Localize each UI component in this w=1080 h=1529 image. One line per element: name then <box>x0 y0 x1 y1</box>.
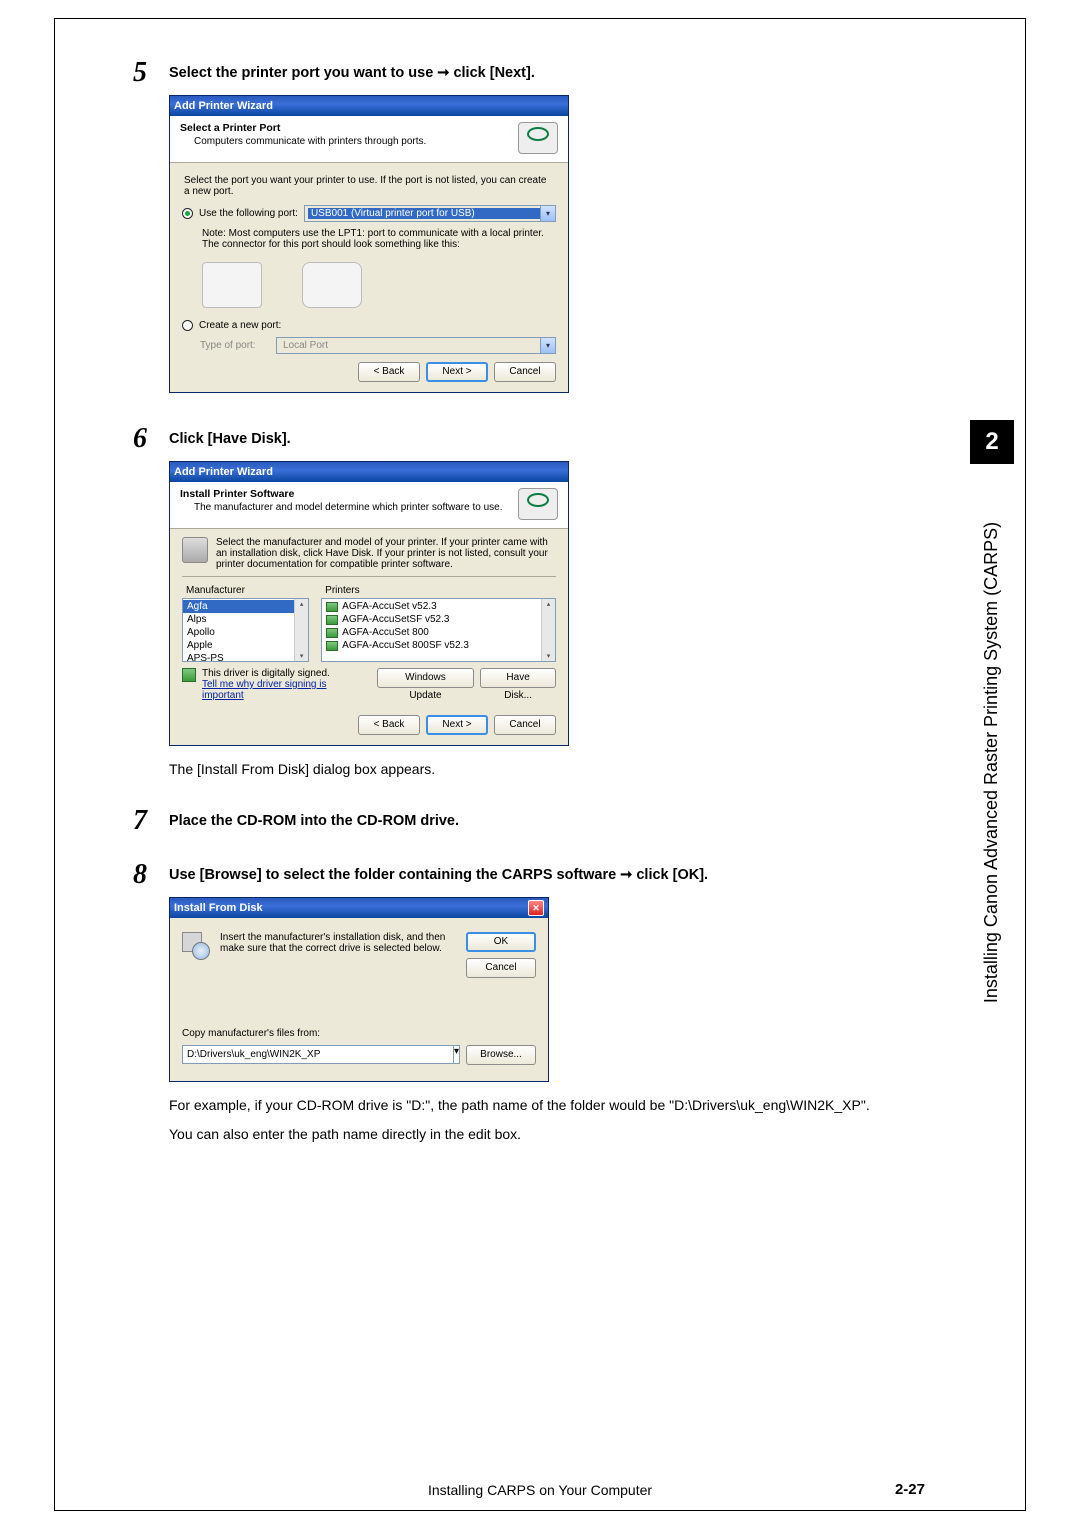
step-6-title: Click [Have Disk]. <box>169 431 975 447</box>
port-note-line1: Note: Most computers use the LPT1: port … <box>202 228 556 239</box>
chapter-title: Installing Canon Advanced Raster Printin… <box>982 521 1003 1002</box>
step-number: 7 <box>125 807 147 843</box>
printer-icon <box>518 122 558 154</box>
type-of-port-select: Local Port ▾ <box>276 337 556 354</box>
use-following-port-radio[interactable] <box>182 208 193 219</box>
path-input-value: D:\Drivers\uk_eng\WIN2K_XP <box>187 1049 320 1060</box>
cd-icon <box>182 932 210 960</box>
dialog-caption: Add Printer Wizard <box>174 466 273 478</box>
cancel-button[interactable]: Cancel <box>494 715 556 735</box>
step-number: 5 <box>125 59 147 407</box>
dialog-subheading: Computers communicate with printers thro… <box>194 136 426 147</box>
cancel-button[interactable]: Cancel <box>494 362 556 382</box>
driver-signing-link[interactable]: Tell me why driver signing is important <box>202 679 371 701</box>
driver-signed-text: This driver is digitally signed. <box>202 668 371 679</box>
driver-icon <box>326 602 338 612</box>
printers-listbox[interactable]: AGFA-AccuSet v52.3 AGFA-AccuSetSF v52.3 … <box>321 598 556 662</box>
chevron-down-icon[interactable]: ▾ <box>453 1046 459 1063</box>
list-item[interactable]: AGFA-AccuSetSF v52.3 <box>322 613 541 626</box>
driver-icon <box>326 628 338 638</box>
next-button[interactable]: Next > <box>426 362 488 382</box>
signed-icon <box>182 668 196 682</box>
driver-icon <box>326 615 338 625</box>
page-footer: Installing CARPS on Your Computer 2-27 <box>55 1482 1025 1498</box>
chapter-number: 2 <box>970 420 1014 464</box>
install-from-disk-dialog: Install From Disk ✕ Insert the manufactu… <box>169 897 549 1082</box>
create-new-port-label: Create a new port: <box>199 320 281 331</box>
step-number: 6 <box>125 425 147 789</box>
dialog-heading: Select a Printer Port <box>180 122 426 134</box>
windows-update-button[interactable]: Windows Update <box>377 668 474 688</box>
page-number: 2-27 <box>895 1481 925 1498</box>
list-item[interactable]: Agfa <box>183 600 294 613</box>
list-item[interactable]: APS-PS <box>183 652 294 662</box>
step-8-hint-text: You can also enter the path name directl… <box>169 1125 975 1144</box>
list-item[interactable]: Alps <box>183 613 294 626</box>
chevron-down-icon: ▾ <box>540 338 555 353</box>
manufacturer-column-header: Manufacturer <box>182 583 309 598</box>
port-note-line2: The connector for this port should look … <box>202 239 556 250</box>
footer-section-title: Installing CARPS on Your Computer <box>428 1482 652 1498</box>
path-input[interactable]: D:\Drivers\uk_eng\WIN2K_XP ▾ <box>182 1045 460 1064</box>
port-select-value: USB001 (Virtual printer port for USB) <box>308 208 540 219</box>
list-item[interactable]: AGFA-AccuSet 800 <box>322 626 541 639</box>
dialog-titlebar: Add Printer Wizard <box>170 96 568 116</box>
manufacturer-listbox[interactable]: Agfa Alps Apollo Apple APS-PS ▴▾ <box>182 598 309 662</box>
close-icon[interactable]: ✕ <box>528 900 544 916</box>
create-new-port-radio[interactable] <box>182 320 193 331</box>
back-button[interactable]: < Back <box>358 362 420 382</box>
type-of-port-value: Local Port <box>280 340 540 351</box>
scrollbar[interactable]: ▴▾ <box>294 599 308 661</box>
list-item[interactable]: Apple <box>183 639 294 652</box>
dialog-intro-text: Select the port you want your printer to… <box>184 175 554 197</box>
driver-icon <box>326 641 338 651</box>
browse-button[interactable]: Browse... <box>466 1045 536 1065</box>
install-from-disk-message: Insert the manufacturer's installation d… <box>220 932 456 954</box>
list-item[interactable]: Apollo <box>183 626 294 639</box>
dialog-heading: Install Printer Software <box>180 488 503 500</box>
dialog-titlebar: Install From Disk ✕ <box>170 898 548 918</box>
have-disk-button[interactable]: Have Disk... <box>480 668 556 688</box>
dialog-titlebar: Add Printer Wizard <box>170 462 568 482</box>
chevron-down-icon[interactable]: ▾ <box>540 206 555 221</box>
list-item[interactable]: AGFA-AccuSet v52.3 <box>322 600 541 613</box>
scrollbar[interactable]: ▴▾ <box>541 599 555 661</box>
dialog-caption: Install From Disk <box>174 902 263 914</box>
use-following-port-label: Use the following port: <box>199 208 298 219</box>
printers-column-header: Printers <box>321 583 556 598</box>
ok-button[interactable]: OK <box>466 932 536 952</box>
printer-icon <box>518 488 558 520</box>
chapter-tab: 2 Installing Canon Advanced Raster Print… <box>970 420 1014 1060</box>
dialog-caption: Add Printer Wizard <box>174 100 273 112</box>
copy-from-label: Copy manufacturer's files from: <box>182 1028 536 1039</box>
step-8-example-text: For example, if your CD-ROM drive is "D:… <box>169 1096 975 1115</box>
port-select[interactable]: USB001 (Virtual printer port for USB) ▾ <box>304 205 556 222</box>
connector-illustration <box>202 262 556 308</box>
add-printer-wizard-software-dialog: Add Printer Wizard Install Printer Softw… <box>169 461 569 746</box>
step-5-title: Select the printer port you want to use … <box>169 65 975 81</box>
disk-icon <box>182 537 208 563</box>
cancel-button[interactable]: Cancel <box>466 958 536 978</box>
back-button[interactable]: < Back <box>358 715 420 735</box>
step-number: 8 <box>125 861 147 1154</box>
add-printer-wizard-port-dialog: Add Printer Wizard Select a Printer Port… <box>169 95 569 393</box>
type-of-port-label: Type of port: <box>200 340 270 351</box>
next-button[interactable]: Next > <box>426 715 488 735</box>
list-item[interactable]: AGFA-AccuSet 800SF v52.3 <box>322 639 541 652</box>
dialog-subheading: The manufacturer and model determine whi… <box>194 502 503 513</box>
dialog-intro-text: Select the manufacturer and model of you… <box>216 537 556 570</box>
